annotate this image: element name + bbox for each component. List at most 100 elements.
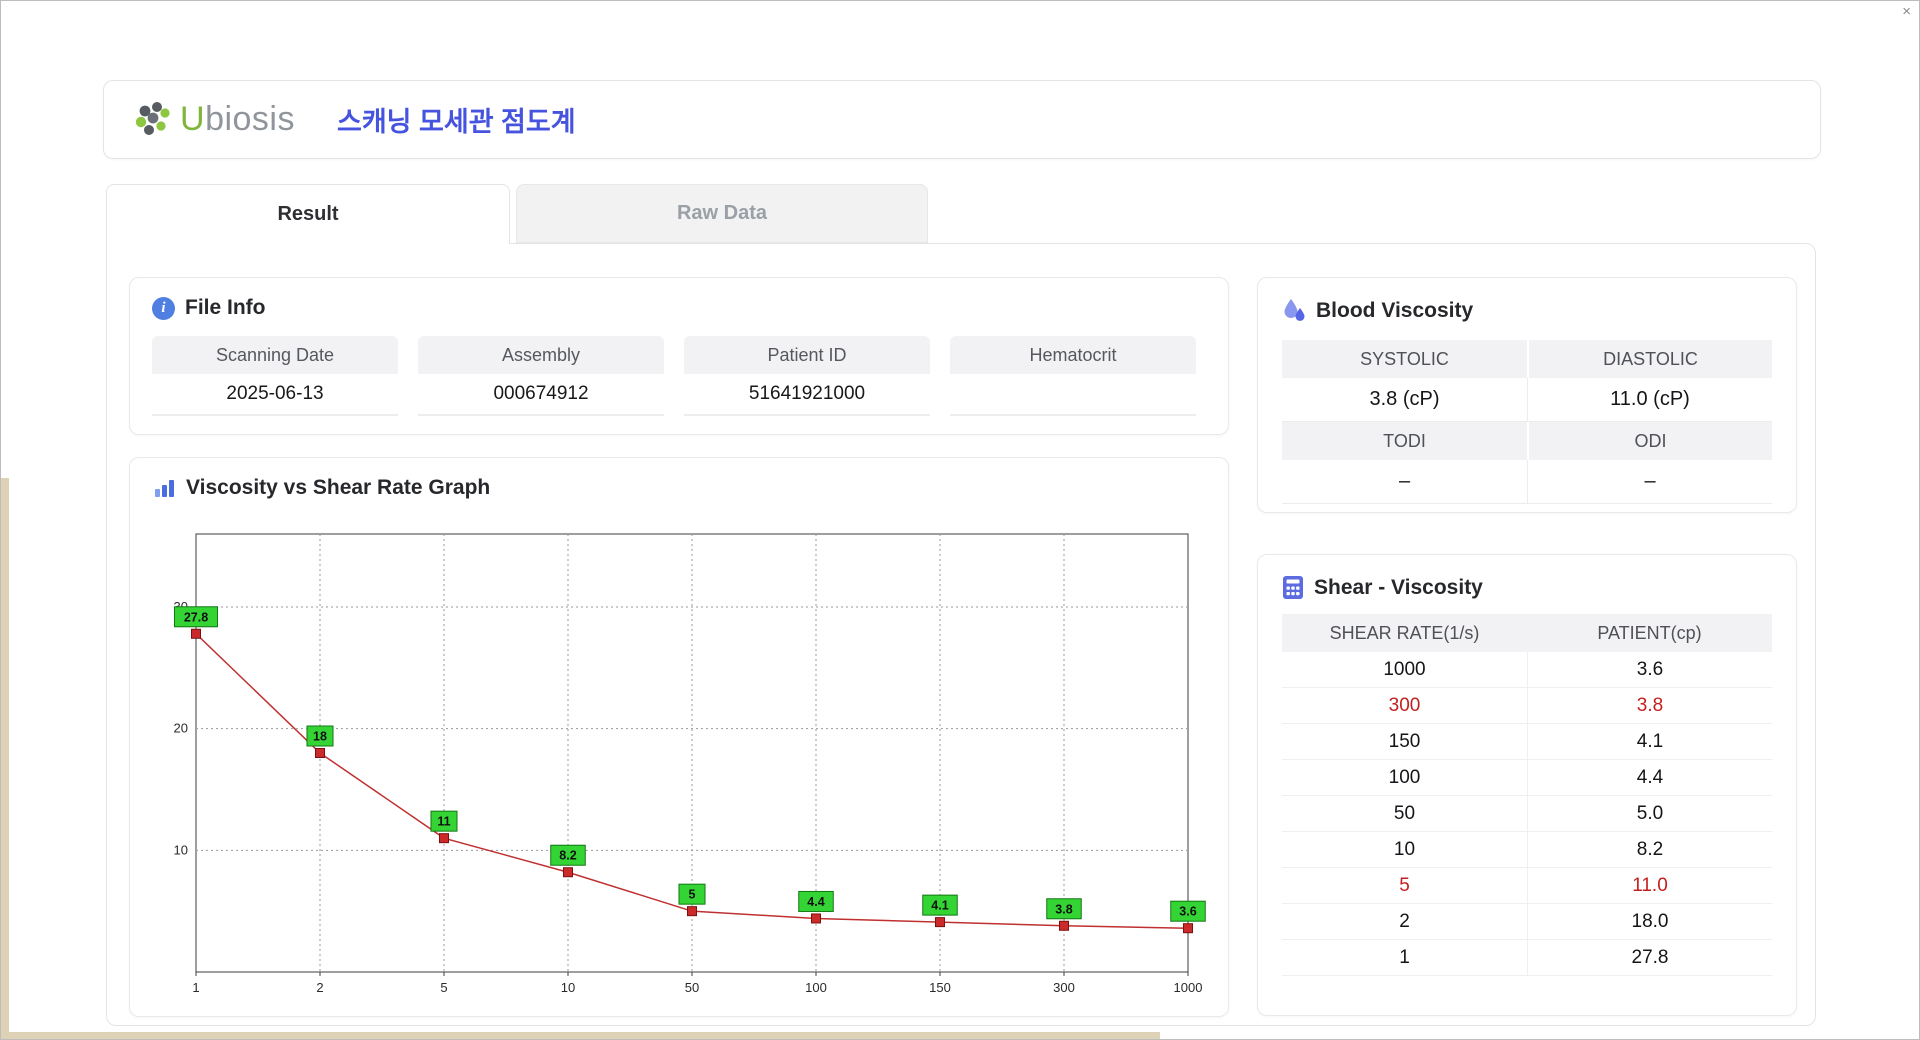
svg-text:150: 150 [929,980,951,995]
patient-viscosity-value: 3.8 [1527,688,1772,723]
diastolic-value: 11.0 (cP) [1527,378,1772,422]
patient-viscosity-value: 11.0 [1527,868,1772,903]
scanning-date-value: 2025-06-13 [152,374,398,416]
file-info-fields: Scanning Date 2025-06-13 Assembly 000674… [152,336,1206,416]
svg-text:20: 20 [174,721,188,736]
shear-viscosity-row: 1000 3.6 [1282,652,1772,688]
svg-text:100: 100 [805,980,827,995]
desktop-background-sliver-left [0,478,9,1040]
svg-text:50: 50 [685,980,699,995]
close-icon[interactable]: × [1902,3,1911,20]
logo-letter-u: U [180,100,206,138]
odi-value: – [1527,460,1772,504]
hematocrit-label: Hematocrit [950,336,1196,374]
shear-viscosity-title-row: Shear - Viscosity [1282,575,1772,600]
patient-viscosity-value: 4.4 [1527,760,1772,795]
svg-text:18: 18 [313,730,327,744]
shear-rate-value: 100 [1388,766,1421,788]
patient-column-header: PATIENT(cp) [1597,622,1702,643]
tab-raw-data[interactable]: Raw Data [516,184,928,243]
shear-viscosity-row: 2 18.0 [1282,904,1772,940]
svg-text:4.4: 4.4 [807,895,824,909]
tab-result[interactable]: Result [106,184,510,244]
info-icon: i [152,296,175,320]
shear-viscosity-table: SHEAR RATE(1/s) PATIENT(cp) 1000 3.6 300 3.… [1282,614,1772,976]
hematocrit-value [950,374,1196,416]
patient-viscosity-value: 18.0 [1527,904,1772,939]
field-scanning-date: Scanning Date 2025-06-13 [152,336,398,416]
assembly-value: 000674912 [418,374,664,416]
patient-viscosity-value: 27.8 [1527,940,1772,975]
file-info-title: File Info [185,296,266,319]
shear-viscosity-table-header: SHEAR RATE(1/s) PATIENT(cp) [1282,614,1772,652]
result-panel: i File Info Scanning Date 2025-06-13 Ass… [106,243,1816,1026]
chart-wrap: 1020301251050100150300100027.818118.254.… [152,510,1206,1002]
file-info-title-row: i File Info [152,296,1206,320]
logo-text: Ubiosis [180,100,295,139]
shear-viscosity-row: 150 4.1 [1282,724,1772,760]
graph-title: Viscosity vs Shear Rate Graph [186,476,491,499]
blood-viscosity-title-row: Blood Viscosity [1282,298,1772,324]
blood-viscosity-table: SYSTOLIC DIASTOLIC 3.8 (cP) 11.0 (cP) TO… [1282,340,1772,504]
systolic-label: SYSTOLIC [1282,340,1527,378]
app-header: Ubiosis 스캐닝 모세관 점도계 [103,80,1821,159]
svg-text:8.2: 8.2 [559,849,576,863]
svg-text:300: 300 [1053,980,1075,995]
todi-label: TODI [1282,422,1527,460]
shear-viscosity-table-body: 1000 3.6 300 3.8 150 4.1 100 4.4 50 5.0 10 8.2 5 11.0… [1282,652,1772,976]
shear-rate-value: 5 [1399,874,1410,896]
svg-text:5: 5 [689,888,696,902]
svg-text:4.1: 4.1 [931,899,948,913]
shear-rate-value: 50 [1393,802,1416,824]
field-hematocrit: Hematocrit [950,336,1196,416]
svg-text:3.8: 3.8 [1055,902,1072,916]
patient-viscosity-value: 4.1 [1527,724,1772,759]
patient-viscosity-value: 5.0 [1527,796,1772,831]
calculator-icon [1283,576,1303,599]
shear-rate-column-header: SHEAR RATE(1/s) [1329,622,1480,643]
patient-id-label: Patient ID [684,336,930,374]
shear-viscosity-row: 50 5.0 [1282,796,1772,832]
viscosity-shear-chart: 1020301251050100150300100027.818118.254.… [174,533,1206,995]
svg-text:1: 1 [192,980,199,995]
svg-text:1000: 1000 [1174,980,1203,995]
field-assembly: Assembly 000674912 [418,336,664,416]
page-title: 스캐닝 모세관 점도계 [337,107,576,137]
shear-viscosity-row: 1 27.8 [1282,940,1772,976]
svg-text:27.8: 27.8 [184,610,208,624]
bar-chart-icon [155,480,174,497]
graph-card: Viscosity vs Shear Rate Graph 1020301251… [129,457,1229,1017]
ubiosis-logo: Ubiosis [132,100,295,139]
svg-text:11: 11 [437,815,450,829]
systolic-value: 3.8 (cP) [1282,378,1527,422]
shear-viscosity-row: 100 4.4 [1282,760,1772,796]
file-info-card: i File Info Scanning Date 2025-06-13 Ass… [129,277,1229,435]
shear-viscosity-row: 10 8.2 [1282,832,1772,868]
shear-viscosity-row: 5 11.0 [1282,868,1772,904]
svg-text:10: 10 [561,980,575,995]
blood-viscosity-card: Blood Viscosity SYSTOLIC DIASTOLIC 3.8 (… [1257,277,1797,513]
patient-viscosity-value: 3.6 [1527,652,1772,687]
logo-letters-rest: biosis [205,100,295,138]
assembly-label: Assembly [418,336,664,374]
shear-rate-value: 1 [1399,946,1410,968]
field-patient-id: Patient ID 51641921000 [684,336,930,416]
shear-rate-value: 1000 [1383,658,1426,680]
shear-viscosity-row: 300 3.8 [1282,688,1772,724]
scanning-date-label: Scanning Date [152,336,398,374]
shear-rate-value: 150 [1388,730,1421,752]
graph-title-row: Viscosity vs Shear Rate Graph [152,476,1206,500]
logo-dots-icon [135,101,170,135]
diastolic-label: DIASTOLIC [1527,340,1772,378]
blood-drop-icon [1284,299,1305,321]
shear-viscosity-card: Shear - Viscosity SHEAR RATE(1/s) PATIEN… [1257,554,1797,1016]
shear-viscosity-title: Shear - Viscosity [1314,575,1483,599]
svg-text:5: 5 [440,980,447,995]
svg-text:3.6: 3.6 [1179,905,1196,919]
odi-label: ODI [1527,422,1772,460]
shear-rate-value: 300 [1388,694,1421,716]
patient-id-value: 51641921000 [684,374,930,416]
desktop-background-sliver-bottom [0,1032,1160,1040]
svg-text:2: 2 [316,980,323,995]
blood-viscosity-title: Blood Viscosity [1316,299,1474,322]
